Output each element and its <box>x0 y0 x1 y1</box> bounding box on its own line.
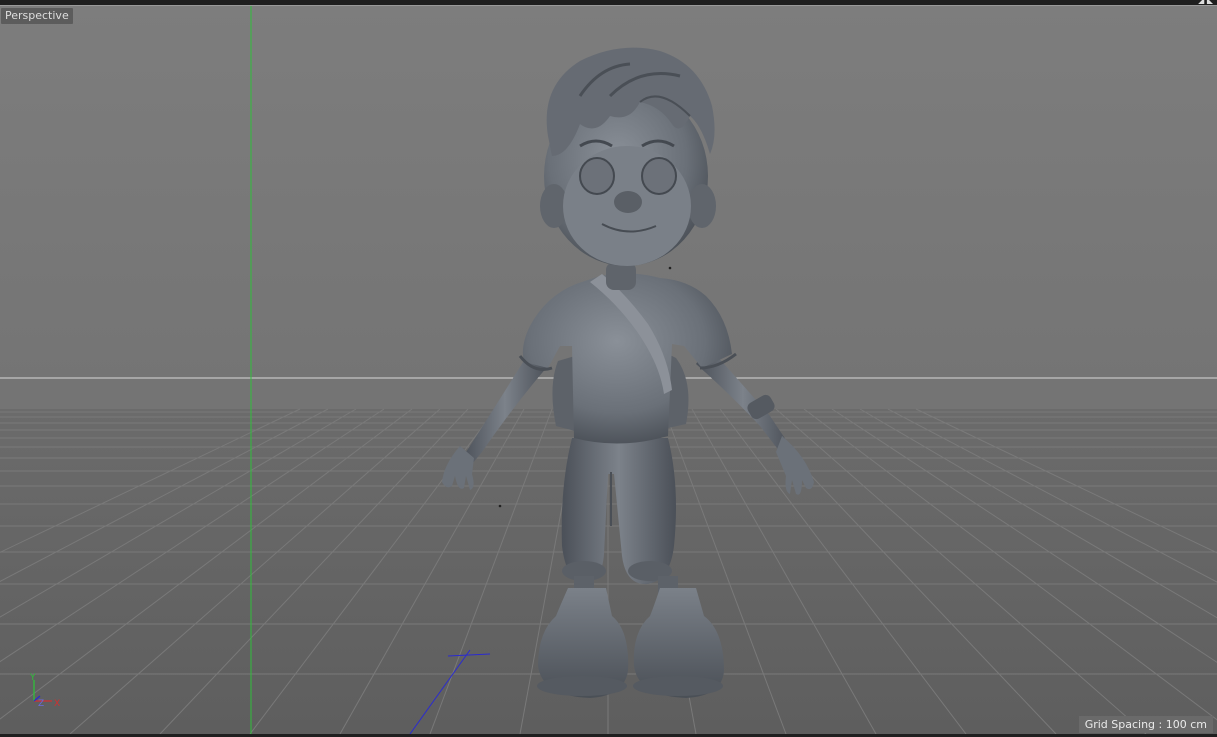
3d-viewport[interactable]: ◢ ◣ Y Z X Perspective Grid Spacing: 100… <box>0 0 1217 737</box>
grid-spacing-indicator: Grid Spacing : 100 cm <box>1078 716 1213 733</box>
left-eye <box>579 157 615 195</box>
view-name-label[interactable]: Perspective <box>1 8 73 24</box>
axis-label-x: X <box>54 699 60 709</box>
viewport-nav-icons[interactable]: ◢ ◣ <box>1198 0 1213 5</box>
grid-spacing-text: Grid Spacing : 100 cm <box>1084 718 1207 731</box>
right-ear <box>688 184 716 228</box>
view-name-text: Perspective <box>5 9 69 22</box>
axis-label-y: Y <box>29 673 36 683</box>
viewport-scene[interactable]: Y Z X <box>0 6 1217 734</box>
vertex-dot <box>668 266 672 270</box>
axis-label-z: Z <box>38 699 44 709</box>
right-eye <box>641 157 677 195</box>
vertex-dot <box>498 504 502 508</box>
nose <box>614 191 642 213</box>
